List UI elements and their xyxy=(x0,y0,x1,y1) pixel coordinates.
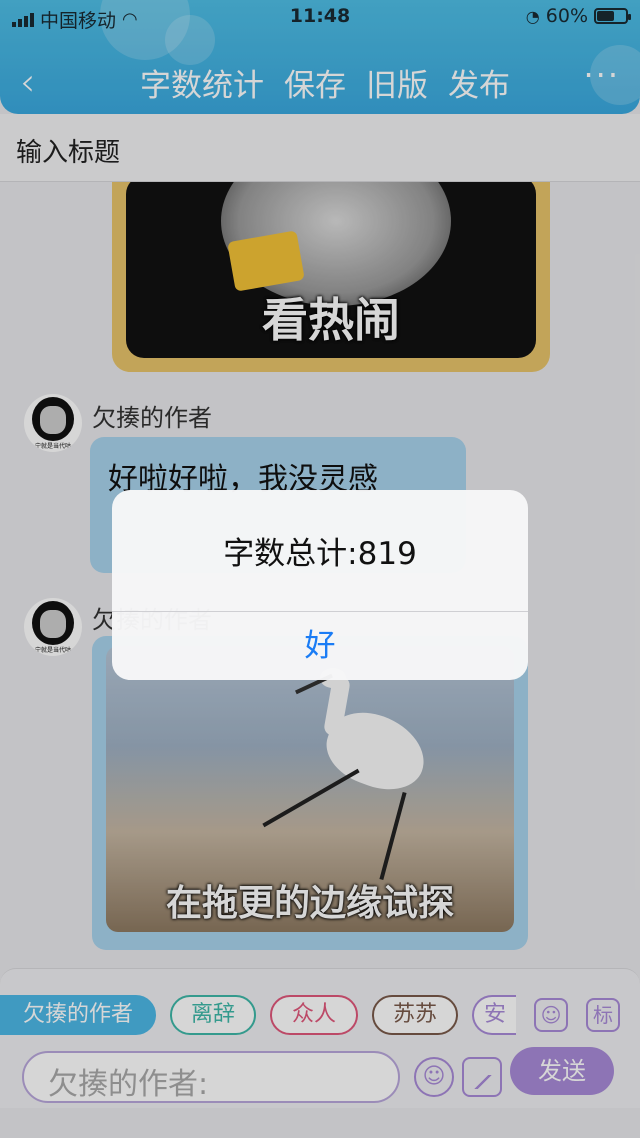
word-count-alert: 字数总计:819 好 xyxy=(112,490,528,680)
alert-ok-button[interactable]: 好 xyxy=(112,612,528,680)
alert-message: 字数总计:819 xyxy=(223,536,417,572)
